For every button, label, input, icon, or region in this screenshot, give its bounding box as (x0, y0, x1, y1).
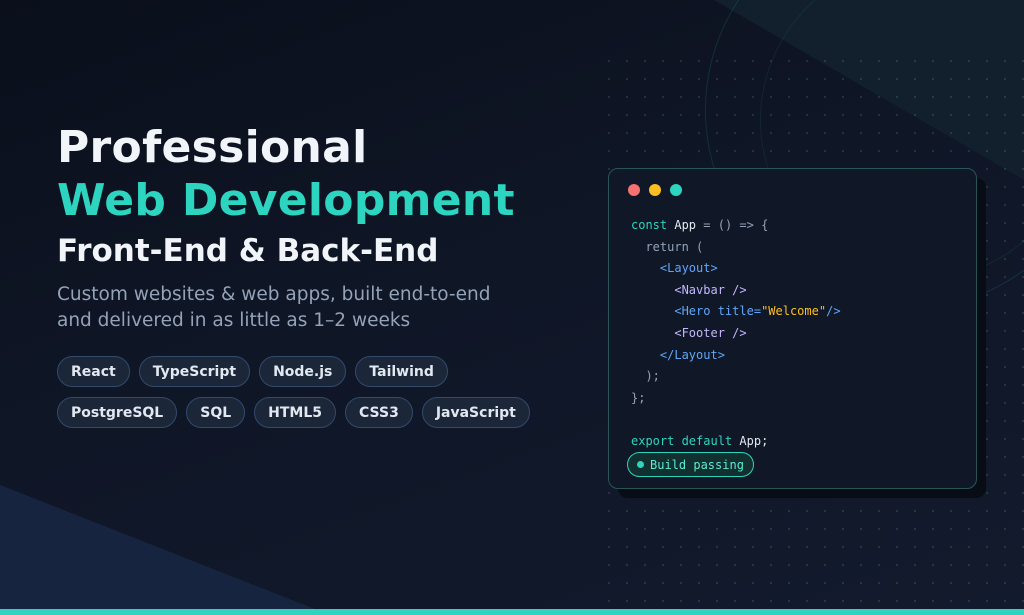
hero-title-line-3: Front-End & Back-End (57, 233, 439, 269)
window-minimize-dot-icon (649, 184, 661, 196)
hero-subtitle-line-2: and delivered in as little as 1–2 weeks (57, 310, 411, 331)
code-line-3: <Layout> (631, 258, 841, 280)
tag-typescript: TypeScript (138, 356, 251, 387)
code-line-8: ); (631, 366, 841, 388)
tech-tag-row-1: React TypeScript Node.js Tailwind (57, 356, 547, 387)
code-text: = () => { (703, 218, 769, 232)
tag-sql: SQL (186, 397, 246, 428)
status-badge-label: Build passing (650, 457, 744, 472)
hero-title-line-1: Professional (57, 122, 368, 173)
tag-javascript: JavaScript (421, 397, 530, 428)
code-tag: <Footer /> (674, 325, 747, 340)
code-snippet: const App = () => { return ( <Layout> <N… (631, 215, 841, 453)
tag-nodejs: Node.js (259, 356, 347, 387)
window-maximize-dot-icon (670, 184, 682, 196)
tag-html5: HTML5 (254, 397, 337, 428)
tag-react: React (57, 356, 130, 387)
code-tag: </Layout> (659, 347, 725, 362)
tech-tag-row-2: PostgreSQL SQL HTML5 CSS3 JavaScript (57, 397, 547, 428)
accent-bottom-bar (0, 609, 1024, 615)
code-line-4: <Navbar /> (631, 280, 841, 302)
code-text: ); (645, 369, 660, 384)
code-tag: <Hero title= (674, 304, 762, 319)
code-text: return ( (645, 239, 704, 254)
code-line-6: <Footer /> (631, 323, 841, 345)
code-line-11: export default App; (631, 431, 841, 453)
code-line-7: </Layout> (631, 345, 841, 367)
tag-tailwind: Tailwind (355, 356, 448, 387)
status-dot-icon (637, 461, 644, 468)
tech-tag-list: React TypeScript Node.js Tailwind Postgr… (57, 356, 547, 428)
code-tag: <Layout> (659, 261, 718, 276)
hero-subtitle-line-1: Custom websites & web apps, built end-to… (57, 284, 491, 305)
code-tag: <Navbar /> (674, 282, 747, 297)
code-keyword: const (631, 218, 668, 232)
code-keyword: export default (631, 433, 733, 448)
tag-css3: CSS3 (345, 397, 413, 428)
hero-section: Professional Web Development Front-End &… (57, 122, 577, 438)
code-tag: /> (826, 304, 841, 319)
code-line-1: const App = () => { (631, 215, 841, 237)
code-string: "Welcome" (761, 304, 827, 319)
code-line-5: <Hero title="Welcome"/> (631, 301, 841, 323)
window-controls (628, 184, 682, 196)
hero-title-line-2: Web Development (57, 175, 515, 226)
code-text: }; (631, 390, 646, 405)
window-close-dot-icon (628, 184, 640, 196)
tag-postgresql: PostgreSQL (57, 397, 178, 428)
code-window: const App = () => { return ( <Layout> <N… (608, 168, 977, 489)
status-badge: Build passing (627, 452, 754, 477)
code-identifier: App; (739, 433, 769, 448)
code-identifier: App (674, 218, 697, 232)
code-line-2: return ( (631, 237, 841, 259)
code-line-9: }; (631, 388, 841, 410)
hero-subtitle: Custom websites & web apps, built end-to… (57, 282, 577, 334)
